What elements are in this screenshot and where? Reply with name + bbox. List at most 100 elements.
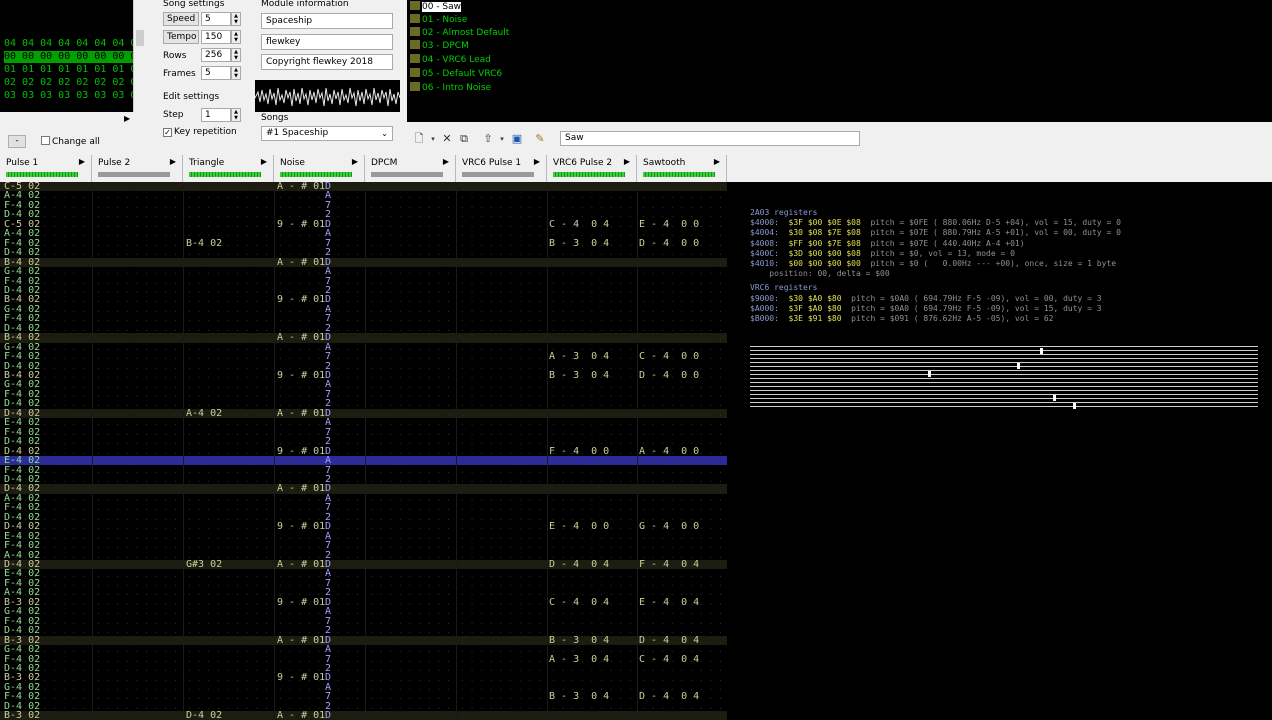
channel-menu-arrow-icon[interactable]: ▶ — [714, 157, 720, 166]
channel-menu-arrow-icon[interactable]: ▶ — [79, 157, 85, 166]
scrollbar-thumb[interactable] — [136, 30, 144, 46]
speed-input[interactable]: 5 — [201, 12, 231, 26]
noise-note[interactable]: 9 - # 01 — [277, 673, 325, 683]
channel-menu-arrow-icon[interactable]: ▶ — [352, 157, 358, 166]
sawtooth-note[interactable]: D - 4 0 4 — [639, 636, 699, 646]
noise-note[interactable]: 9 - # 01 — [277, 295, 325, 305]
vrc6-pulse2-note[interactable]: B - 3 0 4 — [549, 692, 609, 702]
save-instrument-icon[interactable]: ▣ — [510, 132, 524, 146]
tempo-input[interactable]: 150 — [201, 30, 231, 44]
dropdown-arrow-icon[interactable]: ▾ — [495, 132, 509, 146]
channel-menu-arrow-icon[interactable]: ▶ — [170, 157, 176, 166]
triangle-note[interactable]: A-4 02 — [186, 409, 222, 419]
rows-input[interactable]: 256 — [201, 48, 231, 62]
instrument-list[interactable] — [407, 0, 1272, 122]
instrument-item[interactable]: 00 - Saw — [410, 1, 461, 14]
key-repetition-checkbox[interactable]: ✓Key repetition — [163, 127, 237, 137]
triangle-note[interactable]: D-4 02 — [186, 711, 222, 720]
edit-instrument-icon[interactable]: ✎ — [533, 132, 547, 146]
module-author-field[interactable]: flewkey — [261, 34, 393, 50]
delete-instrument-icon[interactable]: ✕ — [440, 132, 454, 146]
song-select[interactable]: #1 Spaceship ⌄ — [261, 126, 393, 141]
speed-spinner[interactable]: ▲▼ — [231, 12, 241, 26]
step-spinner[interactable]: ▲▼ — [231, 108, 241, 122]
sawtooth-note[interactable]: C - 4 0 0 — [639, 352, 699, 362]
load-instrument-icon[interactable]: ⇧ — [481, 132, 495, 146]
vrc6-pulse2-note[interactable]: C - 4 0 4 — [549, 220, 609, 230]
instrument-item[interactable]: 06 - Intro Noise — [410, 82, 491, 95]
instrument-item[interactable]: 05 - Default VRC6 — [410, 68, 502, 81]
frame-row[interactable]: 02 02 02 02 02 02 02 02 — [4, 77, 133, 89]
channel-header-dpcm[interactable]: DPCM▶ — [365, 155, 456, 182]
clone-instrument-icon[interactable]: ⧉ — [457, 132, 471, 146]
remove-frame-button[interactable]: - — [8, 135, 26, 148]
noise-note[interactable]: 9 - # 01 — [277, 220, 325, 230]
noise-note[interactable]: A - # 01 — [277, 333, 325, 343]
noise-note[interactable]: 9 - # 01 — [277, 522, 325, 532]
sawtooth-note[interactable]: E - 4 0 0 — [639, 220, 699, 230]
sawtooth-note[interactable]: A - 4 0 0 — [639, 447, 699, 457]
noise-note[interactable]: 9 - # 01 — [277, 447, 325, 457]
triangle-note[interactable]: B-4 02 — [186, 239, 222, 249]
vrc6-pulse2-note[interactable]: A - 3 0 4 — [549, 655, 609, 665]
pulse1-note[interactable]: B-3 02 — [4, 711, 40, 720]
channel-menu-arrow-icon[interactable]: ▶ — [443, 157, 449, 166]
frames-input[interactable]: 5 — [201, 66, 231, 80]
frame-row[interactable]: 04 04 04 04 04 04 04 04 — [4, 38, 133, 50]
channel-menu-arrow-icon[interactable]: ▶ — [261, 157, 267, 166]
frame-row[interactable]: 03 03 03 03 03 03 03 03 — [4, 90, 133, 102]
noise-note[interactable]: 9 - # 01 — [277, 371, 325, 381]
frame-hscroll[interactable]: ▶ — [0, 112, 146, 128]
instrument-name-input[interactable]: Saw — [560, 131, 860, 146]
vrc6-pulse2-note[interactable]: F - 4 0 0 — [549, 447, 609, 457]
vrc6-pulse2-note[interactable]: B - 3 0 4 — [549, 636, 609, 646]
instrument-item[interactable]: 01 - Noise — [410, 14, 467, 27]
rows-spinner[interactable]: ▲▼ — [231, 48, 241, 62]
channel-header-noise[interactable]: Noise▶ — [274, 155, 365, 182]
frame-row-selected[interactable]: 00 00 00 00 00 00 00 00 — [4, 51, 133, 63]
noise-note[interactable]: A - # 01 — [277, 484, 325, 494]
channel-header-vrc6-pulse1[interactable]: VRC6 Pulse 1▶ — [456, 155, 547, 182]
checkbox-checked-icon[interactable]: ✓ — [163, 128, 172, 137]
channel-menu-arrow-icon[interactable]: ▶ — [624, 157, 630, 166]
channel-header-pulse1[interactable]: Pulse 1▶ — [0, 155, 92, 182]
instrument-item[interactable]: 02 - Almost Default — [410, 27, 509, 40]
scroll-right-icon[interactable]: ▶ — [124, 114, 130, 123]
vrc6-pulse2-note[interactable]: D - 4 0 4 — [549, 560, 609, 570]
checkbox-icon[interactable] — [41, 136, 50, 145]
sawtooth-note[interactable]: D - 4 0 0 — [639, 371, 699, 381]
dropdown-arrow-icon[interactable]: ▾ — [426, 132, 440, 146]
vrc6-pulse2-note[interactable]: A - 3 0 4 — [549, 352, 609, 362]
channel-menu-arrow-icon[interactable]: ▶ — [534, 157, 540, 166]
sawtooth-note[interactable]: F - 4 0 4 — [639, 560, 699, 570]
noise-note[interactable]: A - # 01 — [277, 636, 325, 646]
noise-effect-char[interactable]: D — [325, 711, 331, 720]
frame-row[interactable]: 01 01 01 01 01 01 01 01 — [4, 64, 133, 76]
sawtooth-note[interactable]: E - 4 0 4 — [639, 598, 699, 608]
new-instrument-icon[interactable]: 🗋 — [412, 132, 426, 146]
noise-note[interactable]: A - # 01 — [277, 409, 325, 419]
tempo-spinner[interactable]: ▲▼ — [231, 30, 241, 44]
frame-list[interactable]: 04 04 04 04 04 04 04 04 00 00 00 00 00 0… — [0, 0, 133, 112]
instrument-item[interactable]: 03 - DPCM — [410, 40, 469, 53]
sawtooth-note[interactable]: C - 4 0 4 — [639, 655, 699, 665]
noise-note[interactable]: A - # 01 — [277, 182, 325, 192]
triangle-note[interactable]: G#3 02 — [186, 560, 222, 570]
vrc6-pulse2-note[interactable]: B - 3 0 4 — [549, 371, 609, 381]
noise-note[interactable]: A - # 01 — [277, 560, 325, 570]
module-name-field[interactable]: Spaceship — [261, 13, 393, 29]
sawtooth-note[interactable]: D - 4 0 0 — [639, 239, 699, 249]
step-input[interactable]: 1 — [201, 108, 231, 122]
module-copyright-field[interactable]: Copyright flewkey 2018 — [261, 54, 393, 70]
vrc6-pulse2-note[interactable]: B - 3 0 4 — [549, 239, 609, 249]
sawtooth-note[interactable]: G - 4 0 0 — [639, 522, 699, 532]
pattern-editor[interactable]: . . . . . . . . . . . . . . . . . . . . … — [0, 182, 727, 720]
sawtooth-note[interactable]: D - 4 0 4 — [639, 692, 699, 702]
frame-list-scrollbar[interactable] — [133, 0, 147, 112]
channel-header-sawtooth[interactable]: Sawtooth▶ — [637, 155, 727, 182]
noise-note[interactable]: 9 - # 01 — [277, 598, 325, 608]
vrc6-pulse2-note[interactable]: C - 4 0 4 — [549, 598, 609, 608]
vrc6-pulse2-note[interactable]: E - 4 0 0 — [549, 522, 609, 532]
frames-spinner[interactable]: ▲▼ — [231, 66, 241, 80]
channel-header-pulse2[interactable]: Pulse 2▶ — [92, 155, 183, 182]
